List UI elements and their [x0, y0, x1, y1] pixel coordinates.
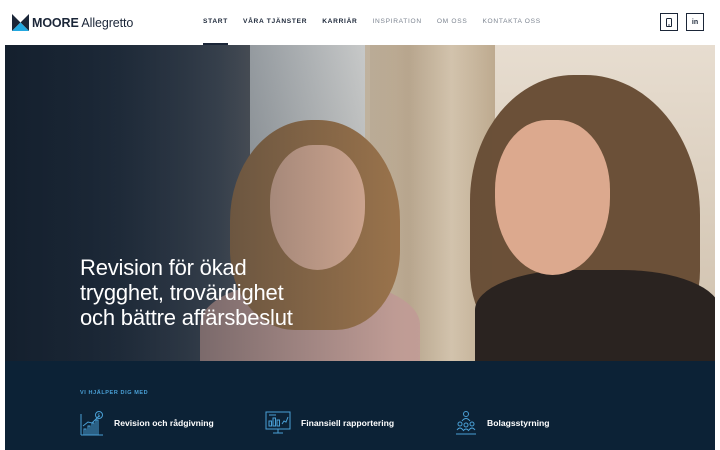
hero-title-line-2: trygghet, trovärdighet: [80, 280, 284, 305]
hero-title-line-3: och bättre affärsbeslut: [80, 305, 293, 330]
brand-name: MOORE Allegretto: [32, 15, 134, 30]
main-nav: START VÅRA TJÄNSTER KARRIÄR INSPIRATION …: [203, 0, 556, 45]
linkedin-button[interactable]: in: [686, 13, 704, 31]
nav-item-start[interactable]: START: [203, 0, 228, 45]
hero-banner: Revision för ökad trygghet, trovärdighet…: [5, 45, 715, 361]
report-screen-icon: [265, 411, 291, 434]
growth-chart-icon: $: [80, 411, 103, 436]
site-header: MOORE Allegretto START VÅRA TJÄNSTER KAR…: [0, 0, 720, 45]
service-revision[interactable]: $ Revision och rådgivning: [80, 409, 214, 437]
service-revision-label: Revision och rådgivning: [114, 418, 214, 428]
governance-people-icon: [456, 411, 476, 435]
moore-m-logo-icon: [12, 14, 29, 31]
nav-item-vara-tjanster[interactable]: VÅRA TJÄNSTER: [243, 0, 307, 45]
nav-item-om-oss[interactable]: OM OSS: [437, 0, 468, 45]
nav-item-kontakta-oss[interactable]: KONTAKTA OSS: [482, 0, 540, 45]
nav-item-inspiration[interactable]: INSPIRATION: [373, 0, 422, 45]
service-governance-label: Bolagsstyrning: [487, 418, 550, 428]
nav-item-karriar[interactable]: KARRIÄR: [322, 0, 357, 45]
phone-icon: [666, 17, 672, 27]
service-financial-reporting[interactable]: Finansiell rapportering: [265, 409, 394, 437]
hero-title: Revision för ökad trygghet, trovärdighet…: [80, 255, 400, 330]
services-heading: VI HJÄLPER DIG MED: [80, 390, 149, 396]
phone-button[interactable]: [660, 13, 678, 31]
service-governance[interactable]: Bolagsstyrning: [455, 409, 550, 437]
hero-title-line-1: Revision för ökad: [80, 255, 247, 280]
brand-logo[interactable]: MOORE Allegretto: [12, 14, 133, 31]
svg-text:$: $: [97, 413, 100, 419]
service-financial-reporting-label: Finansiell rapportering: [301, 418, 395, 428]
linkedin-icon: in: [691, 18, 699, 26]
services-section: VI HJÄLPER DIG MED $ Revision och rådgiv…: [5, 361, 715, 450]
